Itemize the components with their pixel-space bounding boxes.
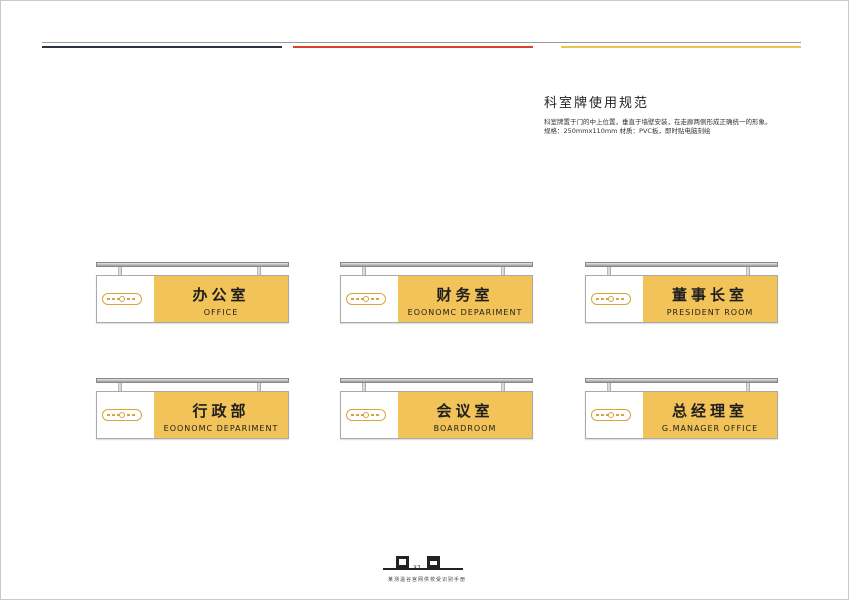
description-line: 科室牌置于门的中上位置，垂直于墙壁安装，在走廊两侧形成正确统一的形象。 <box>544 118 772 126</box>
door-sign-boardroom: 会议室 BOARDROOM <box>340 378 533 441</box>
label-panel: 行政部 EOONOMC DEPARIMENT <box>154 392 288 438</box>
door-sign-office: 办公室 OFFICE <box>96 262 289 325</box>
sign-board: 总经理室 G.MANAGER OFFICE <box>585 391 778 439</box>
sign-name-en: G.MANAGER OFFICE <box>661 424 759 433</box>
sign-board: 办公室 OFFICE <box>96 275 289 323</box>
gold-rule <box>561 46 801 48</box>
logo-area <box>341 392 397 438</box>
logo-area <box>586 392 642 438</box>
door-sign-president: 董事长室 PRESIDENT ROOM <box>585 262 778 325</box>
sign-name-en: PRESIDENT ROOM <box>666 308 754 317</box>
logo-icon <box>346 293 386 305</box>
footer-caption: 某测温谷宫网供校受识别手册 <box>388 577 467 583</box>
door-sign-general-manager: 总经理室 G.MANAGER OFFICE <box>585 378 778 441</box>
label-panel: 办公室 OFFICE <box>154 276 288 322</box>
description-line: 规格：250mmx110mm 材质：PVC板，即时贴电脑刻绘 <box>544 127 711 135</box>
logo-icon <box>102 293 142 305</box>
section-title: 科室牌使用规范 <box>544 96 650 111</box>
sign-name-en: OFFICE <box>203 308 239 317</box>
sign-name-cn: 财务室 <box>436 286 494 304</box>
sign-name-en: EOONOMC DEPARIMENT <box>163 424 279 433</box>
sign-name-cn: 董事长室 <box>671 286 748 304</box>
footer-rule <box>383 568 463 570</box>
label-panel: 总经理室 G.MANAGER OFFICE <box>643 392 777 438</box>
sign-name-cn: 总经理室 <box>671 402 748 420</box>
door-sign-finance: 财务室 EOONOMC DEPARIMENT <box>340 262 533 325</box>
footer-logo-icon <box>427 556 440 568</box>
logo-icon <box>591 293 631 305</box>
sign-board: 董事长室 PRESIDENT ROOM <box>585 275 778 323</box>
red-rule <box>293 46 533 48</box>
sign-board: 会议室 BOARDROOM <box>340 391 533 439</box>
sign-name-cn: 会议室 <box>436 402 494 420</box>
door-sign-administration: 行政部 EOONOMC DEPARIMENT <box>96 378 289 441</box>
logo-area <box>97 392 153 438</box>
sign-name-cn: 行政部 <box>192 402 250 420</box>
label-panel: 会议室 BOARDROOM <box>398 392 532 438</box>
sign-name-en: EOONOMC DEPARIMENT <box>407 308 523 317</box>
logo-area <box>341 276 397 322</box>
logo-area <box>97 276 153 322</box>
sign-board: 财务室 EOONOMC DEPARIMENT <box>340 275 533 323</box>
logo-area <box>586 276 642 322</box>
label-panel: 财务室 EOONOMC DEPARIMENT <box>398 276 532 322</box>
logo-icon <box>591 409 631 421</box>
logo-icon <box>346 409 386 421</box>
footer-logo-icon <box>396 556 409 568</box>
sign-name-en: BOARDROOM <box>433 424 497 433</box>
sign-board: 行政部 EOONOMC DEPARIMENT <box>96 391 289 439</box>
page-number: 37 <box>413 565 421 572</box>
sign-name-cn: 办公室 <box>192 286 250 304</box>
navy-rule <box>42 46 282 48</box>
logo-icon <box>102 409 142 421</box>
label-panel: 董事长室 PRESIDENT ROOM <box>643 276 777 322</box>
section-description: 科室牌置于门的中上位置，垂直于墙壁安装，在走廊两侧形成正确统一的形象。 规格：2… <box>544 118 772 136</box>
top-divider <box>42 42 801 43</box>
